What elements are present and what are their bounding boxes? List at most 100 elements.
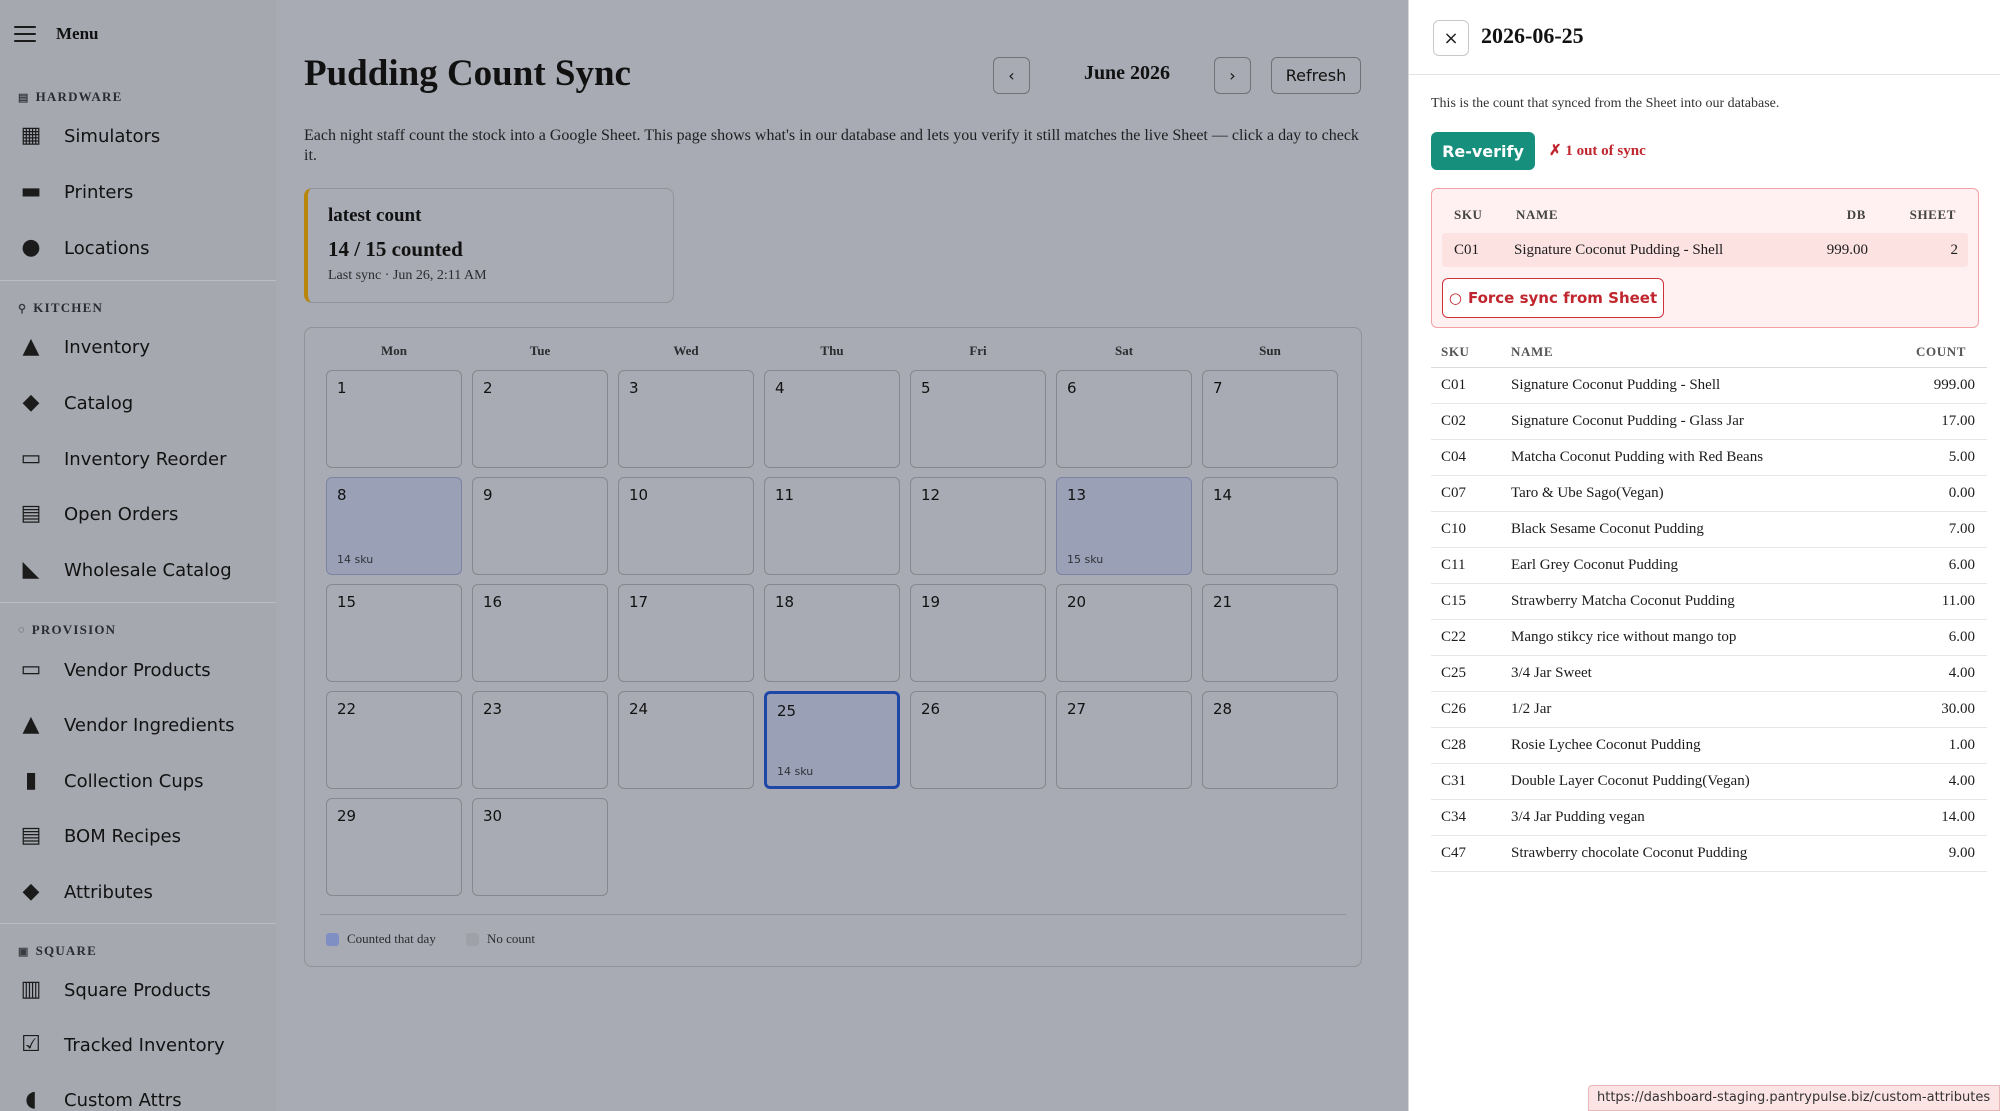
- close-panel-button[interactable]: ×: [1433, 20, 1469, 56]
- force-sync-button[interactable]: ○ Force sync from Sheet: [1442, 278, 1664, 318]
- calendar-day-10[interactable]: 10: [618, 477, 754, 575]
- calendar-day-11[interactable]: 11: [764, 477, 900, 575]
- calendar-day-7[interactable]: 7: [1202, 370, 1338, 468]
- count-name: Black Sesame Coconut Pudding: [1511, 521, 1704, 537]
- day-number: 11: [775, 486, 795, 504]
- sidebar-item-tracked-inventory[interactable]: ☑ Tracked Inventory: [18, 1025, 225, 1065]
- calendar-day-6[interactable]: 6: [1056, 370, 1192, 468]
- count-row: C15 Strawberry Matcha Coconut Pudding 11.0…: [1431, 584, 1987, 620]
- calendar-day-4[interactable]: 4: [764, 370, 900, 468]
- count-name: 3/4 Jar Pudding vegan: [1511, 809, 1645, 825]
- count-name: Taro & Ube Sago(Vegan): [1511, 485, 1664, 501]
- mismatch-row: C01 Signature Coconut Pudding - Shell 99…: [1442, 233, 1968, 267]
- calendar-day-8[interactable]: 8 14 sku: [326, 477, 462, 575]
- chevron-left-icon: ‹: [1008, 66, 1015, 85]
- sidebar-item-inventory[interactable]: ▲ Inventory: [18, 327, 150, 367]
- legend-counted: Counted that day: [326, 931, 436, 947]
- count-value: 17.00: [1941, 413, 1975, 429]
- calendar-day-12[interactable]: 12: [910, 477, 1046, 575]
- legend-swatch-no-count: [466, 932, 479, 946]
- count-row: C47 Strawberry chocolate Coconut Pudding 9…: [1431, 836, 1987, 872]
- count-name: Signature Coconut Pudding - Glass Jar: [1511, 413, 1744, 429]
- calendar-day-5[interactable]: 5: [910, 370, 1046, 468]
- grid-icon: ▦: [20, 123, 42, 148]
- weekday-header: Thu: [820, 343, 844, 358]
- calendar-day-2[interactable]: 2: [472, 370, 608, 468]
- calendar-day-19[interactable]: 19: [910, 584, 1046, 682]
- calendar-day-24[interactable]: 24: [618, 691, 754, 789]
- calendar-day-26[interactable]: 26: [910, 691, 1046, 789]
- sidebar-item-square-products[interactable]: ▥ Square Products: [18, 970, 211, 1010]
- count-sku: C11: [1441, 557, 1466, 573]
- sidebar-item-collection-cups[interactable]: ▮ Collection Cups: [18, 761, 204, 801]
- close-icon: ×: [1443, 27, 1459, 49]
- count-name: Signature Coconut Pudding - Shell: [1511, 377, 1721, 393]
- calendar-day-29[interactable]: 29: [326, 798, 462, 896]
- sidebar-item-simulators[interactable]: ▦ Simulators: [18, 116, 161, 156]
- calendar-day-28[interactable]: 28: [1202, 691, 1338, 789]
- calendar-day-18[interactable]: 18: [764, 584, 900, 682]
- day-number: 24: [629, 700, 649, 718]
- sidebar-item-wholesale-catalog[interactable]: ◣ Wholesale Catalog: [18, 550, 232, 590]
- count-sku: C04: [1441, 449, 1467, 465]
- sidebar-item-vendor-products[interactable]: ▭ Vendor Products: [18, 650, 211, 690]
- printer-icon: ▬: [20, 179, 42, 204]
- sidebar-item-vendor-ingredients[interactable]: ▲ Vendor Ingredients: [18, 705, 235, 745]
- calendar-day-17[interactable]: 17: [618, 584, 754, 682]
- calendar-day-22[interactable]: 22: [326, 691, 462, 789]
- sidebar-item-catalog[interactable]: ◆ Catalog: [18, 383, 134, 423]
- count-row: C31 Double Layer Coconut Pudding(Vegan) 4.…: [1431, 764, 1987, 800]
- menu-toggle[interactable]: Menu: [14, 22, 99, 46]
- sidebar-item-attributes[interactable]: ◆ Attributes: [18, 872, 153, 912]
- calendar-day-16[interactable]: 16: [472, 584, 608, 682]
- refresh-button[interactable]: Refresh: [1271, 57, 1361, 94]
- calendar-day-30[interactable]: 30: [472, 798, 608, 896]
- sidebar-divider: [0, 923, 276, 924]
- weekday-header: Sat: [1114, 343, 1134, 358]
- prev-month-button[interactable]: ‹: [993, 57, 1030, 94]
- day-number: 28: [1213, 700, 1233, 718]
- calendar-day-21[interactable]: 21: [1202, 584, 1338, 682]
- day-number: 29: [337, 807, 357, 825]
- count-row: C02 Signature Coconut Pudding - Glass Jar…: [1431, 404, 1987, 440]
- calendar-day-20[interactable]: 20: [1056, 584, 1192, 682]
- count-row: C10 Black Sesame Coconut Pudding 7.00: [1431, 512, 1987, 548]
- calendar-day-9[interactable]: 9: [472, 477, 608, 575]
- force-sync-label: Force sync from Sheet: [1467, 289, 1658, 307]
- calendar-day-14[interactable]: 14: [1202, 477, 1338, 575]
- sidebar-item-locations[interactable]: ● Locations: [18, 228, 149, 268]
- day-number: 15: [337, 593, 357, 611]
- count-sku: C01: [1441, 377, 1467, 393]
- calendar-day-15[interactable]: 15: [326, 584, 462, 682]
- sidebar-item-bom-recipes[interactable]: ▤ BOM Recipes: [18, 816, 181, 856]
- count-name: Strawberry Matcha Coconut Pudding: [1511, 593, 1735, 609]
- count-value: 4.00: [1948, 665, 1975, 681]
- calendar-day-13[interactable]: 13 15 sku: [1056, 477, 1192, 575]
- count-row: C26 1/2 Jar 30.00: [1431, 692, 1987, 728]
- count-row: C04 Matcha Coconut Pudding with Red Beans…: [1431, 440, 1987, 476]
- count-sku: C25: [1441, 665, 1467, 681]
- reverify-button[interactable]: Re-verify: [1431, 132, 1535, 170]
- mismatch-sheet: 2: [1950, 242, 1959, 258]
- next-month-button[interactable]: ›: [1214, 57, 1251, 94]
- count-sku: C26: [1441, 701, 1467, 717]
- calendar-day-1[interactable]: 1: [326, 370, 462, 468]
- sidebar-item-open-orders[interactable]: ▤ Open Orders: [18, 494, 179, 534]
- calendar-divider: [320, 914, 1346, 915]
- sidebar-item-printers[interactable]: ▬ Printers: [18, 172, 134, 212]
- archive-icon: ▭: [20, 446, 42, 471]
- calendar-day-3[interactable]: 3: [618, 370, 754, 468]
- weekday-header: Fri: [969, 343, 987, 358]
- day-number: 25: [777, 702, 797, 720]
- calendar-day-25[interactable]: 25 14 sku: [764, 691, 900, 789]
- calendar-day-27[interactable]: 27: [1056, 691, 1192, 789]
- status-bar-url: https://dashboard-staging.pantrypulse.bi…: [1588, 1085, 2000, 1111]
- sidebar-item-custom-attrs[interactable]: ◖ Custom Attrs: [18, 1080, 181, 1111]
- hardware-icon: ▤: [18, 91, 30, 104]
- calendar-day-23[interactable]: 23: [472, 691, 608, 789]
- count-value: 30.00: [1941, 701, 1975, 717]
- mismatch-db: 999.00: [1826, 242, 1868, 258]
- day-number: 3: [629, 379, 639, 397]
- day-number: 21: [1213, 593, 1233, 611]
- sidebar-item-inventory-reorder[interactable]: ▭ Inventory Reorder: [18, 439, 227, 479]
